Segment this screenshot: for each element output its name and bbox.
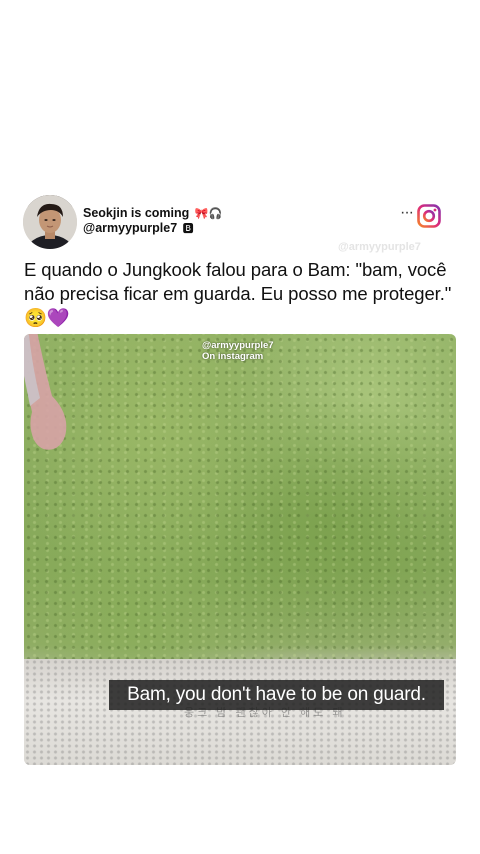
hand-figure (24, 334, 67, 450)
display-name-emojis: 🎀🎧 (194, 207, 223, 220)
avatar-portrait (23, 195, 77, 249)
video-credit-overlay: @armyypurple7 On instagram (202, 340, 274, 362)
avatar[interactable] (23, 195, 77, 249)
caption-text: E quando o Jungkook falou para o Bam: "b… (24, 259, 452, 304)
video-player[interactable]: @armyypurple7 On instagram 웅크 밤 괜찮아 안 해도… (24, 334, 456, 765)
user-info: Seokjin is coming 🎀🎧 @armyypurple7 🅱 (83, 206, 222, 236)
credit-line-platform: On instagram (202, 351, 264, 362)
video-subtitle: Bam, you don't have to be on guard. (109, 680, 444, 710)
display-name-text: Seokjin is coming (83, 206, 190, 220)
post-header: Seokjin is coming 🎀🎧 @armyypurple7 🅱 ··· (0, 192, 480, 253)
grass-texture (24, 334, 456, 664)
instagram-icon[interactable] (417, 204, 441, 228)
page: Seokjin is coming 🎀🎧 @armyypurple7 🅱 ··· (0, 0, 480, 854)
display-name[interactable]: Seokjin is coming 🎀🎧 (83, 206, 222, 221)
user-handle[interactable]: @armyypurple7 🅱 (83, 221, 222, 236)
handle-suffix: 🅱 (182, 222, 194, 235)
faint-watermark: @armyypurple7 (338, 241, 421, 253)
caption-emojis: 🥺💜 (24, 308, 70, 329)
credit-line-handle: @armyypurple7 (202, 340, 274, 351)
post-card: Seokjin is coming 🎀🎧 @armyypurple7 🅱 ··· (0, 192, 480, 765)
handle-text: @armyypurple7 (83, 221, 178, 235)
more-dots-icon[interactable]: ··· (400, 205, 414, 221)
post-caption: E quando o Jungkook falou para o Bam: "b… (24, 258, 464, 331)
